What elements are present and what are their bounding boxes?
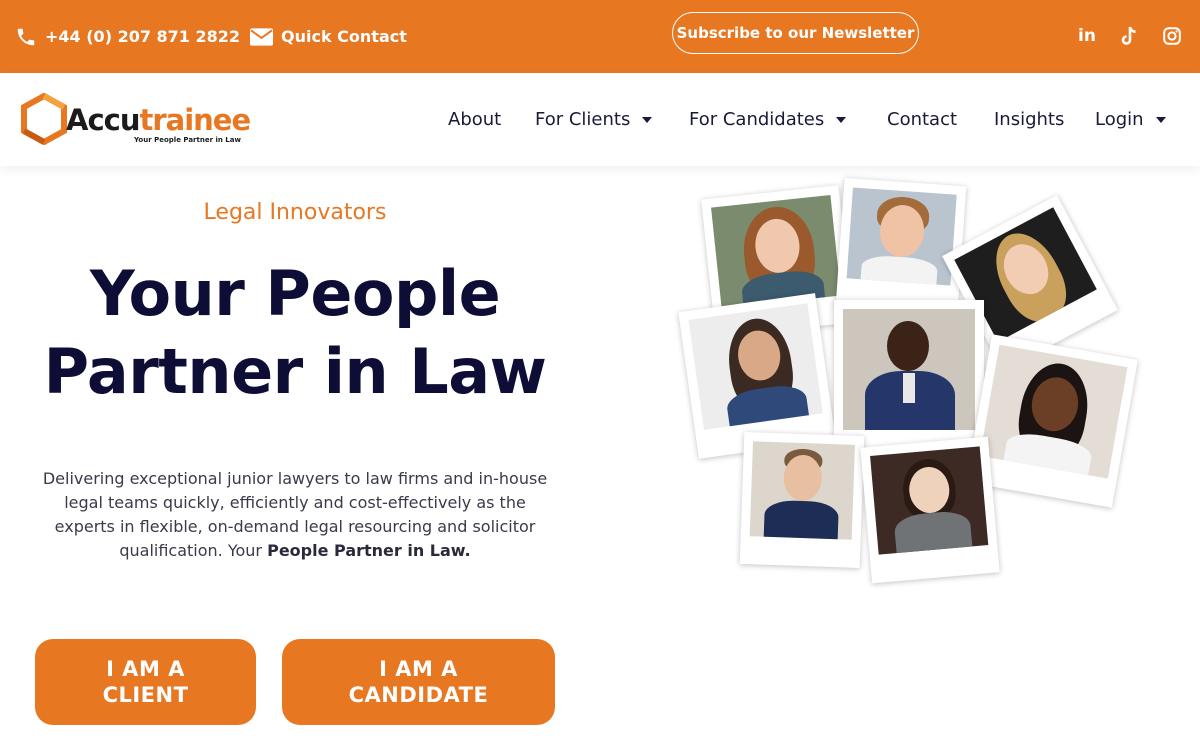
client-button-line-2: CLIENT: [102, 683, 189, 707]
candidate-button-line-1: I AM A: [379, 657, 458, 681]
phone-link[interactable]: +44 (0) 207 871 2822: [15, 0, 240, 73]
nav-contact-label: Contact: [887, 109, 958, 130]
quick-contact-label: Quick Contact: [281, 27, 407, 46]
logo-mark-icon: [21, 93, 67, 145]
top-bar: +44 (0) 207 871 2822 Quick Contact Subsc…: [0, 0, 1200, 73]
nav-for-candidates[interactable]: For Candidates: [689, 73, 847, 166]
i-am-a-client-button[interactable]: I AM A CLIENT: [35, 639, 256, 725]
nav-insights[interactable]: Insights: [994, 73, 1064, 166]
nav-for-candidates-label: For Candidates: [689, 109, 825, 130]
nav-about-label: About: [448, 109, 502, 130]
hero-title-line-1: Your People: [89, 257, 501, 330]
hero-title-line-2: Partner in Law: [43, 335, 547, 408]
envelope-icon: [250, 27, 273, 46]
hero-eyebrow: Legal Innovators: [203, 200, 387, 225]
hero-description-bold: People Partner in Law.: [267, 541, 471, 560]
nav-insights-label: Insights: [994, 109, 1065, 130]
nav-for-clients-label: For Clients: [535, 109, 631, 130]
chevron-down-icon: [1155, 116, 1166, 123]
phone-icon: [15, 26, 37, 48]
client-button-line-1: I AM A: [106, 657, 185, 681]
phone-number: +44 (0) 207 871 2822: [45, 27, 241, 46]
logo-tagline: Your People Partner in Law: [134, 136, 241, 144]
i-am-a-candidate-button[interactable]: I AM A CANDIDATE: [282, 639, 555, 725]
candidate-button-line-2: CANDIDATE: [348, 683, 489, 707]
logo-wordmark: Accutrainee: [66, 103, 251, 137]
instagram-icon[interactable]: [1160, 24, 1184, 48]
quick-contact-link[interactable]: Quick Contact: [250, 0, 407, 73]
polaroid-photo: [739, 431, 865, 569]
nav-login[interactable]: Login: [1095, 73, 1166, 166]
hero-title: Your People Partner in Law: [0, 255, 590, 411]
people-photo-collage: [670, 170, 1150, 590]
polaroid-photo: [860, 436, 1000, 584]
polaroid-photo: [835, 177, 967, 315]
newsletter-subscribe-button[interactable]: Subscribe to our Newsletter: [672, 12, 919, 54]
nav-about[interactable]: About: [448, 73, 501, 166]
polaroid-photo: [834, 300, 984, 458]
nav-contact[interactable]: Contact: [887, 73, 957, 166]
chevron-down-icon: [836, 116, 847, 123]
accutrainee-logo[interactable]: Accutrainee Your People Partner in Law: [18, 91, 251, 151]
main-header: Accutrainee Your People Partner in Law A…: [0, 73, 1200, 166]
linkedin-icon[interactable]: in: [1075, 24, 1099, 48]
tiktok-icon[interactable]: [1117, 24, 1141, 48]
chevron-down-icon: [642, 116, 653, 123]
nav-for-clients[interactable]: For Clients: [535, 73, 653, 166]
nav-login-label: Login: [1095, 109, 1144, 130]
hero-description: Delivering exceptional junior lawyers to…: [40, 467, 550, 563]
polaroid-photo: [966, 334, 1138, 508]
